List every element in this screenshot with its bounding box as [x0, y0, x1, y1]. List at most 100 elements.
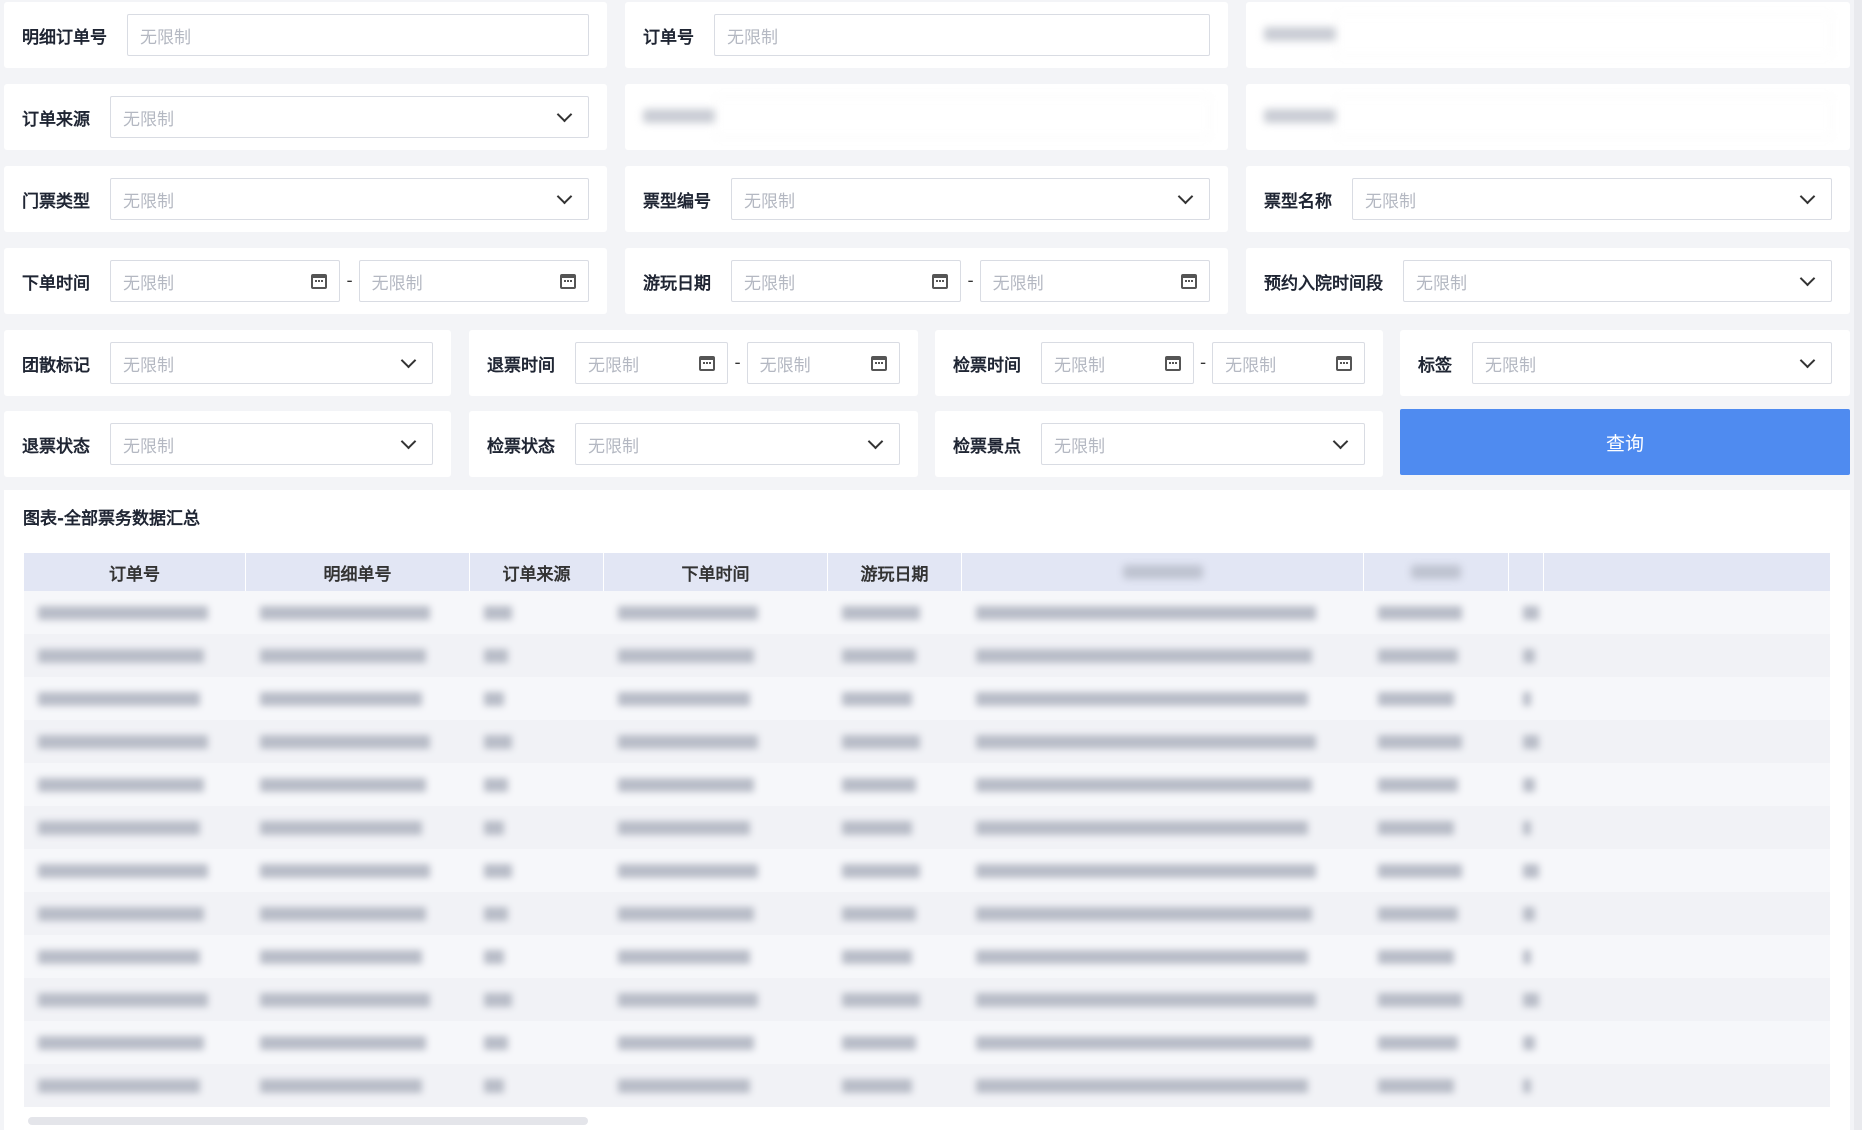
- table-cell: [1509, 935, 1544, 978]
- table-row[interactable]: [24, 720, 1830, 763]
- table-cell: [604, 1064, 828, 1107]
- table-cell: [962, 677, 1364, 720]
- column-header[interactable]: 订单号: [24, 553, 246, 591]
- table-row[interactable]: [24, 1021, 1830, 1064]
- start-date-input[interactable]: 无限制: [575, 342, 729, 384]
- table-cell: [962, 1021, 1364, 1064]
- query-button[interactable]: 查询: [1400, 409, 1850, 475]
- filter-5: [625, 84, 1228, 150]
- select-dropdown[interactable]: 无限制: [1472, 342, 1832, 384]
- table-cell: [828, 763, 962, 806]
- calendar-icon: [1164, 355, 1181, 371]
- select-dropdown[interactable]: 无限制: [1403, 260, 1832, 302]
- select-dropdown[interactable]: 无限制: [1352, 178, 1832, 220]
- table-row[interactable]: [24, 806, 1830, 849]
- filter-label: 门票类型: [22, 191, 90, 212]
- chevron-down-icon: [556, 188, 573, 204]
- filter-label: 票型名称: [1264, 191, 1332, 212]
- table-cell: [24, 720, 246, 763]
- table-cell: [1364, 677, 1509, 720]
- blurred-filter-input[interactable]: [1336, 96, 1832, 138]
- table-cell: [24, 1064, 246, 1107]
- select-dropdown[interactable]: 无限制: [110, 342, 433, 384]
- end-date-input[interactable]: 无限制: [358, 260, 590, 302]
- table-cell: [24, 849, 246, 892]
- chevron-down-icon: [867, 433, 884, 449]
- table-row[interactable]: [24, 634, 1830, 677]
- column-header[interactable]: 明细单号: [246, 553, 470, 591]
- table-cell: [246, 978, 470, 1021]
- table-cell: [828, 634, 962, 677]
- table-row[interactable]: [24, 1064, 1830, 1107]
- table-row[interactable]: [24, 849, 1830, 892]
- chevron-down-icon: [1177, 188, 1194, 204]
- select-dropdown[interactable]: 无限制: [731, 178, 1210, 220]
- table-cell: [246, 720, 470, 763]
- filter-13: 团散标记 无限制: [4, 330, 451, 396]
- data-table: 订单号 明细单号 订单来源 下单时间 游玩日期: [24, 553, 1830, 1107]
- column-header[interactable]: [1364, 553, 1509, 591]
- end-date-input[interactable]: 无限制: [979, 260, 1211, 302]
- blurred-filter-input[interactable]: [715, 96, 1210, 138]
- start-date-input[interactable]: 无限制: [731, 260, 962, 302]
- end-date-input[interactable]: 无限制: [1212, 342, 1366, 384]
- table-cell: [470, 1021, 604, 1064]
- table-cell: [1364, 720, 1509, 763]
- calendar-icon: [871, 355, 888, 371]
- text-input[interactable]: 无限制: [714, 14, 1210, 56]
- table-cell: [470, 763, 604, 806]
- calendar-icon: [560, 273, 577, 289]
- table-cell: [24, 677, 246, 720]
- horizontal-scrollbar[interactable]: [28, 1117, 588, 1125]
- start-date-input-placeholder: 无限制: [123, 273, 174, 294]
- table-cell: [470, 978, 604, 1021]
- blurred-filter-input[interactable]: [1336, 14, 1832, 56]
- column-header[interactable]: 游玩日期: [828, 553, 962, 591]
- table-cell: [470, 634, 604, 677]
- blurred-filter-label: [643, 108, 715, 127]
- table-cell: [962, 892, 1364, 935]
- filter-label: 下单时间: [22, 273, 90, 294]
- table-cell: [604, 634, 828, 677]
- end-date-input-placeholder: 无限制: [992, 273, 1044, 294]
- table-cell: [470, 935, 604, 978]
- table-row[interactable]: [24, 591, 1830, 634]
- table-cell: [604, 1021, 828, 1064]
- table-cell: [24, 935, 246, 978]
- start-date-input[interactable]: 无限制: [1041, 342, 1194, 384]
- filter-14: 退票时间 无限制 - 无限制: [469, 330, 918, 396]
- column-header[interactable]: 订单来源: [470, 553, 604, 591]
- table-row[interactable]: [24, 763, 1830, 806]
- select-dropdown[interactable]: 无限制: [110, 178, 589, 220]
- chevron-down-icon: [1799, 352, 1816, 368]
- column-header[interactable]: 下单时间: [604, 553, 828, 591]
- table-cell: [246, 634, 470, 677]
- chevron-down-icon: [400, 352, 417, 368]
- end-date-input-placeholder: 无限制: [759, 355, 811, 376]
- text-input[interactable]: 无限制: [127, 14, 589, 56]
- select-dropdown[interactable]: 无限制: [575, 423, 900, 465]
- table-cell: [24, 634, 246, 677]
- table-row[interactable]: [24, 677, 1830, 720]
- table-cell: [24, 806, 246, 849]
- table-row[interactable]: [24, 892, 1830, 935]
- table-row[interactable]: [24, 978, 1830, 1021]
- table-cell: [828, 1021, 962, 1064]
- select-dropdown[interactable]: 无限制: [1041, 423, 1365, 465]
- select-dropdown[interactable]: 无限制: [110, 96, 589, 138]
- filter-8: 票型编号 无限制: [625, 166, 1228, 232]
- table-cell: [246, 1021, 470, 1064]
- column-header[interactable]: [962, 553, 1364, 591]
- column-header[interactable]: [1509, 553, 1544, 591]
- end-date-input[interactable]: 无限制: [746, 342, 901, 384]
- vertical-scrollbar[interactable]: [1854, 0, 1862, 1130]
- table-row[interactable]: [24, 935, 1830, 978]
- range-separator: -: [1199, 353, 1207, 373]
- select-dropdown[interactable]: 无限制: [110, 423, 433, 465]
- table-cell: [962, 763, 1364, 806]
- start-date-input[interactable]: 无限制: [110, 260, 341, 302]
- calendar-icon: [699, 355, 716, 371]
- table-cell: [246, 849, 470, 892]
- table-cell: [962, 849, 1364, 892]
- filter-label: 退票状态: [22, 436, 90, 457]
